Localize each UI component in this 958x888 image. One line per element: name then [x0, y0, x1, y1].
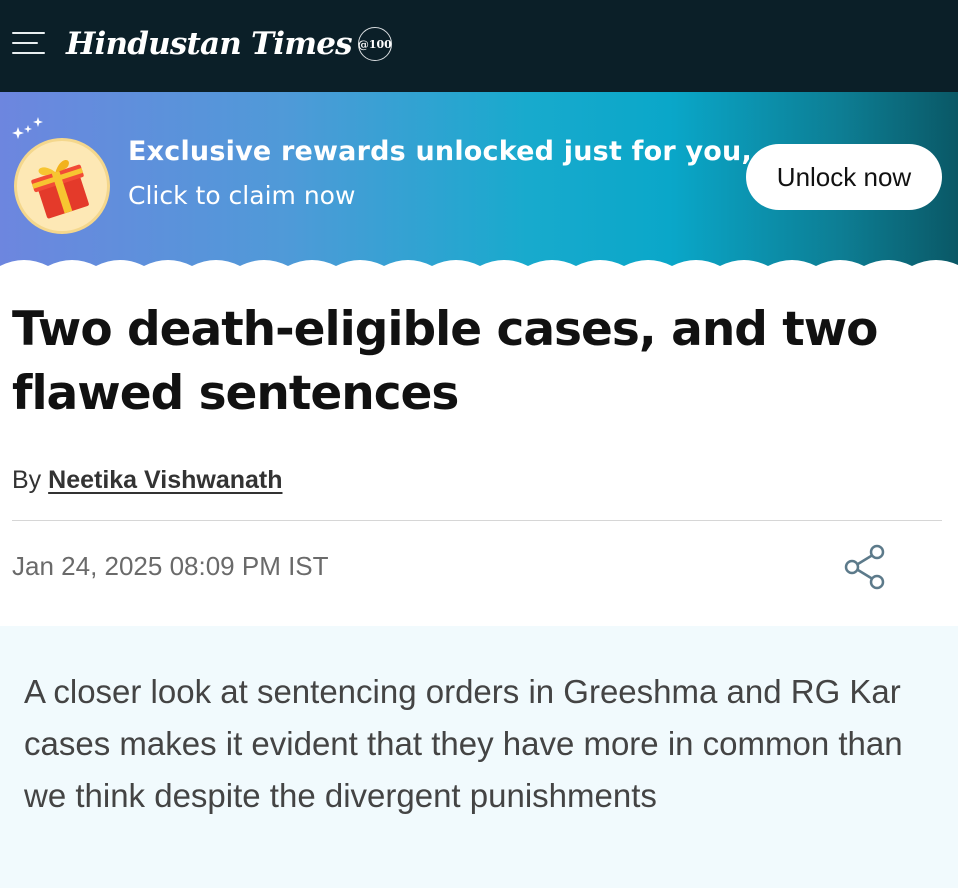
- hamburger-menu-icon[interactable]: [12, 30, 45, 56]
- article-summary-box: A closer look at sentencing orders in Gr…: [0, 626, 958, 888]
- rewards-banner[interactable]: Exclusive rewards unlocked just for you,…: [0, 92, 958, 276]
- article-headline: Two death-eligible cases, and two flawed…: [12, 302, 878, 421]
- logo-badge: @100: [357, 27, 392, 61]
- sparkles-icon: [10, 115, 46, 144]
- banner-title: Exclusive rewards unlocked just for you,: [128, 136, 752, 167]
- banner-subtitle: Click to claim now: [128, 181, 356, 210]
- publish-date: Jan 24, 2025 08:09 PM IST: [12, 551, 329, 581]
- wavy-edge: [0, 260, 958, 276]
- gift-icon: [14, 138, 110, 234]
- site-logo[interactable]: Hindustan Times @100: [66, 22, 392, 66]
- site-header: Hindustan Times @100: [0, 0, 958, 92]
- share-icon[interactable]: [840, 542, 890, 592]
- logo-text: Hindustan Times: [66, 26, 353, 62]
- byline: By Neetika Vishwanath: [12, 466, 283, 495]
- unlock-now-button[interactable]: Unlock now: [746, 144, 942, 210]
- by-label: By: [12, 466, 42, 494]
- article-summary: A closer look at sentencing orders in Gr…: [24, 673, 903, 814]
- divider: [12, 520, 942, 521]
- author-link[interactable]: Neetika Vishwanath: [48, 466, 282, 494]
